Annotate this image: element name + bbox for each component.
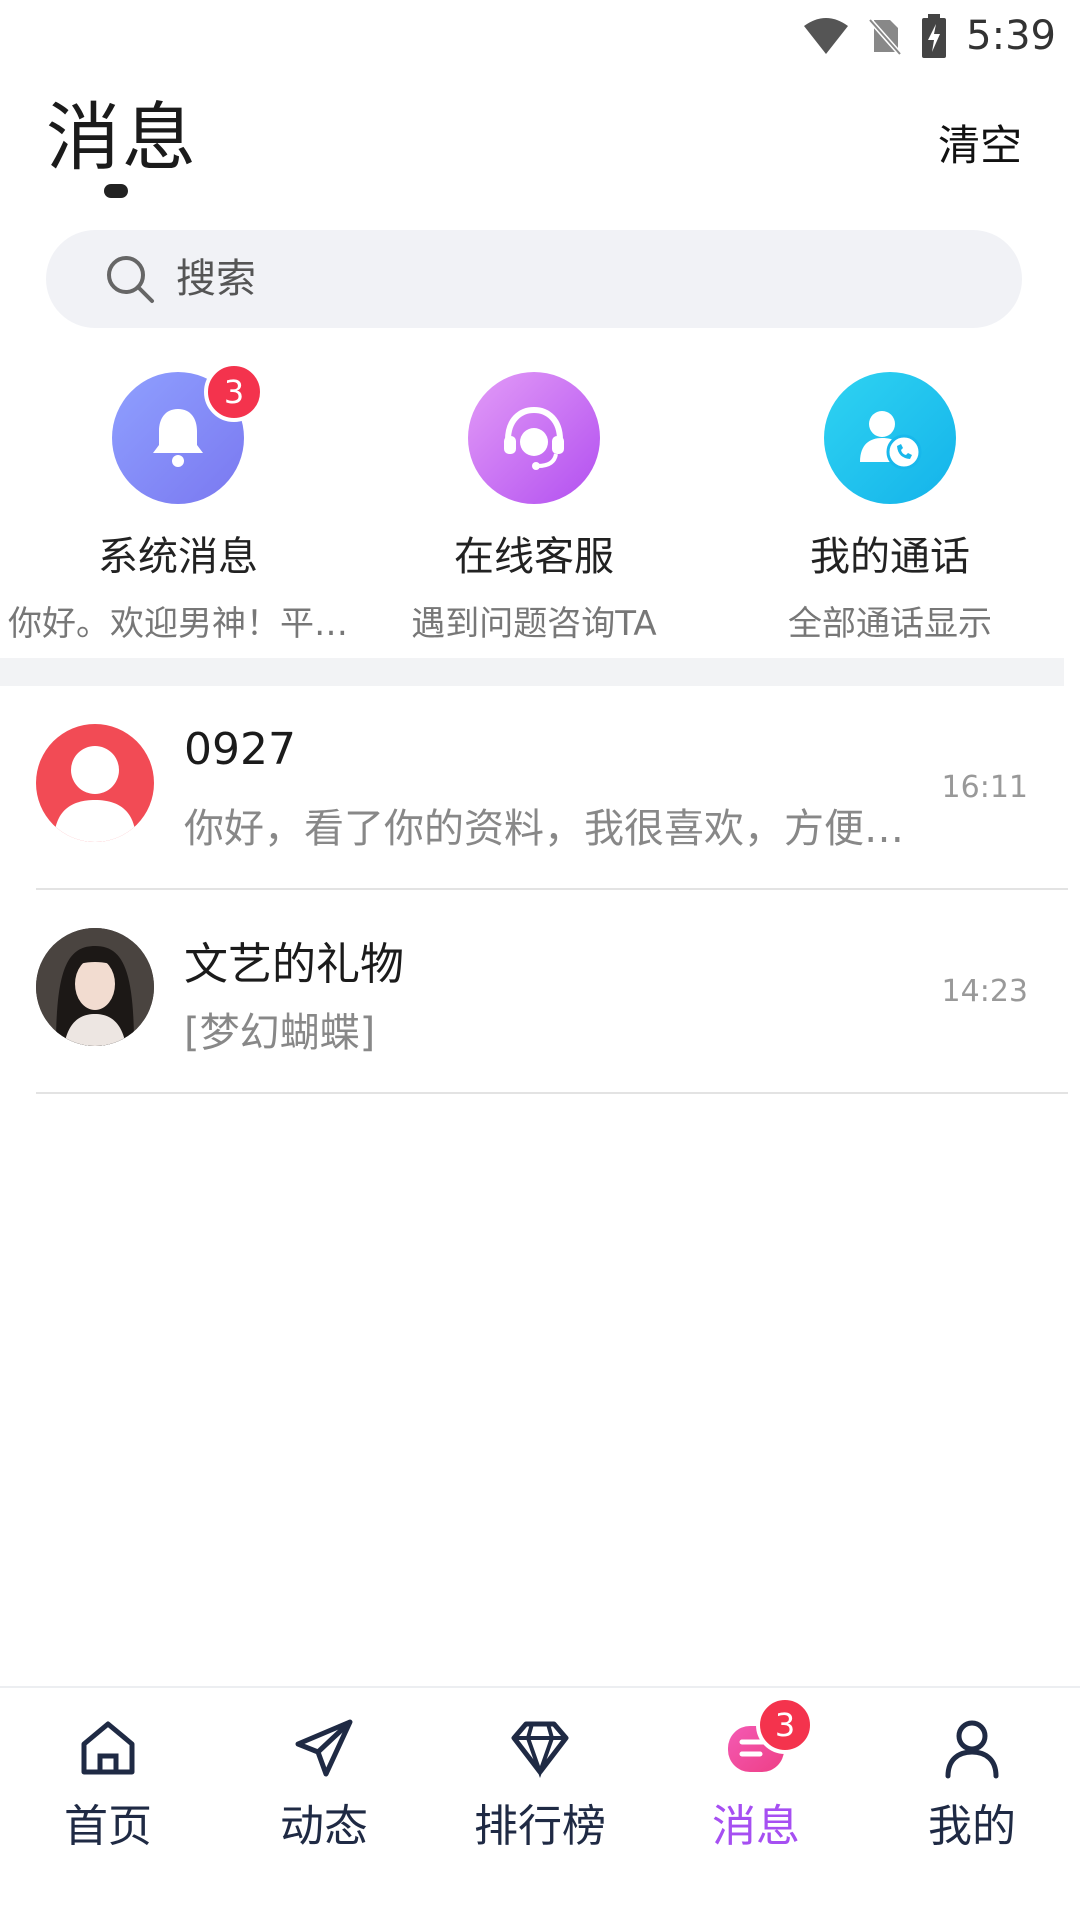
bottom-tab-bar: 首页 动态 排行榜 3 消息 我的 — [0, 1686, 1080, 1920]
clear-button[interactable]: 清空 — [938, 112, 1022, 173]
wifi-icon — [804, 18, 849, 54]
tab-feed[interactable]: 动态 — [216, 1688, 432, 1920]
chat-time: 16:11 — [941, 770, 1028, 805]
section-divider — [0, 658, 1064, 686]
search-bar[interactable] — [46, 230, 1022, 328]
quick-action-subtitle: 遇到问题咨询TA — [411, 604, 657, 644]
tab-label: 首页 — [64, 1801, 152, 1852]
call-icon — [860, 411, 922, 470]
chat-preview: 你好，看了你的资料，我很喜欢，方便… — [184, 806, 904, 852]
headset-icon — [504, 406, 564, 470]
quick-action-label: 系统消息 — [98, 534, 258, 580]
no-sim-icon — [868, 18, 903, 56]
tab-label: 排行榜 — [474, 1801, 606, 1852]
user-photo — [36, 928, 154, 1046]
tab-messages[interactable]: 3 消息 — [648, 1688, 864, 1920]
tab-home[interactable]: 首页 — [0, 1688, 216, 1920]
page-title: 消息 — [46, 95, 198, 181]
online-service-button[interactable] — [468, 372, 600, 504]
quick-action-label: 我的通话 — [810, 534, 970, 580]
title-indicator — [104, 184, 128, 198]
quick-actions: 3 系统消息 你好。欢迎男神！平… 在线客服 遇到问题咨询TA 我的通话 全部通… — [0, 362, 1068, 645]
online-service-entry[interactable]: 在线客服 遇到问题咨询TA — [356, 372, 712, 645]
quick-action-subtitle: 你好。欢迎男神！平… — [8, 604, 348, 644]
tab-label: 我的 — [928, 1801, 1016, 1852]
status-bar: 5:39 — [0, 0, 1080, 72]
chat-preview: [梦幻蝴蝶] — [184, 1010, 376, 1056]
tab-me[interactable]: 我的 — [864, 1688, 1080, 1920]
system-messages-button[interactable]: 3 — [112, 362, 264, 504]
my-calls-button[interactable] — [824, 372, 956, 504]
messages-tab-badge: 3 — [756, 1696, 814, 1754]
tab-label: 动态 — [280, 1801, 368, 1852]
chat-list-item[interactable]: 文艺的礼物 [梦幻蝴蝶] 14:23 — [0, 890, 1068, 1094]
chat-name: 文艺的礼物 — [184, 939, 404, 990]
chat-divider — [36, 1092, 1068, 1094]
person-icon — [945, 1720, 999, 1779]
system-messages-entry[interactable]: 3 系统消息 你好。欢迎男神！平… — [0, 362, 356, 645]
quick-action-label: 在线客服 — [454, 534, 614, 580]
default-avatar-icon — [36, 724, 154, 842]
search-icon — [107, 256, 154, 303]
quick-action-subtitle: 全部通话显示 — [788, 604, 992, 644]
chat-time: 14:23 — [941, 974, 1028, 1009]
search-input[interactable] — [174, 255, 878, 303]
status-icons: 5:39 — [802, 10, 1056, 62]
system-messages-badge: 3 — [204, 362, 264, 422]
chat-list-item[interactable]: 0927 你好，看了你的资料，我很喜欢，方便… 16:11 — [0, 686, 1068, 890]
home-icon — [81, 1721, 135, 1775]
tab-label: 消息 — [712, 1801, 800, 1852]
my-calls-entry[interactable]: 我的通话 全部通话显示 — [712, 372, 1068, 645]
diamond-icon — [511, 1721, 569, 1779]
bell-icon — [153, 409, 203, 467]
paper-plane-icon — [295, 1719, 353, 1777]
chat-name: 0927 — [184, 724, 296, 775]
battery-charging-icon — [922, 14, 947, 58]
status-time: 5:39 — [966, 13, 1056, 59]
tab-ranking[interactable]: 排行榜 — [432, 1688, 648, 1920]
